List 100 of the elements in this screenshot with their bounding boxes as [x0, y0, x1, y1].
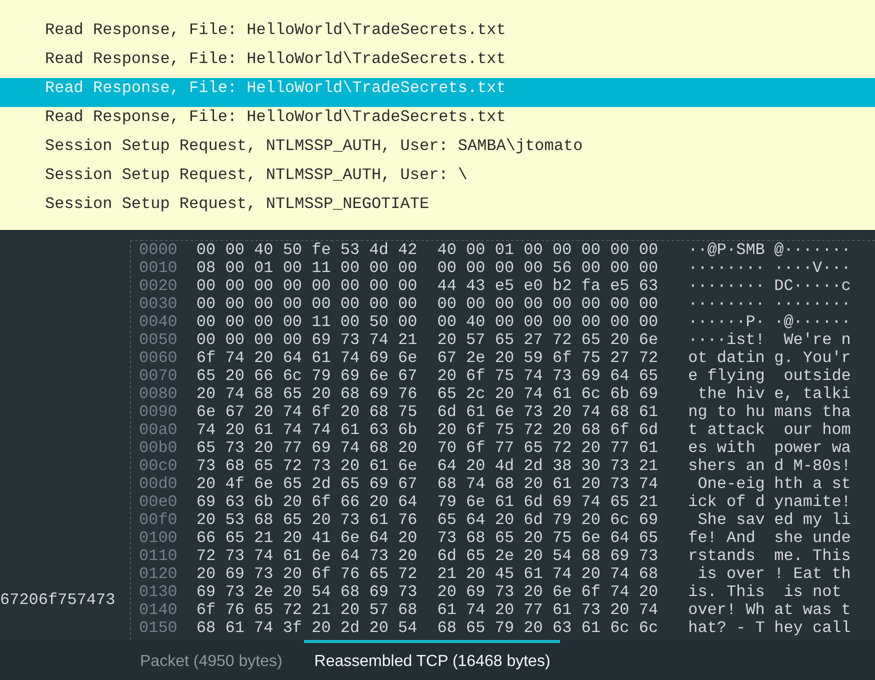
- detail-text: 67206f757473: [0, 591, 116, 609]
- packet-row[interactable]: Session Setup Request, NTLMSSP_AUTH, User: \: [0, 165, 875, 194]
- hex-bytes: 20 69 73 20 6f 76 65 72: [196, 565, 418, 583]
- ascii-text: power wa: [774, 439, 851, 457]
- hex-bytes: 00 00 00 00 00 00 00 00: [437, 295, 658, 313]
- offset-text: 0110: [139, 547, 178, 565]
- hex-bytes: 61 74 20 77 61 73 20 74: [437, 601, 658, 619]
- hex-bytes: 72 73 74 61 6e 64 73 20: [196, 547, 418, 565]
- ascii-text: ········: [688, 277, 766, 295]
- tab[interactable]: Reassembled TCP (16468 bytes): [304, 640, 560, 680]
- packet-row[interactable]: Session Setup Request, NTLMSSP_NEGOTIATE: [0, 194, 875, 223]
- hex-bytes: 74 20 61 74 74 61 63 6b: [196, 421, 418, 439]
- ascii-text: ! Eat th: [774, 565, 851, 583]
- ascii-text: the hiv: [696, 385, 766, 403]
- hex-bytes: 6e 67 20 74 6f 20 68 75: [196, 403, 418, 421]
- ascii-text: is not: [782, 583, 842, 601]
- offset-text: 0080: [139, 385, 178, 403]
- hex-bytes: 79 6e 61 6d 69 74 65 21: [437, 493, 658, 511]
- ascii-text: ng to hu: [688, 403, 766, 421]
- hex-bytes: 64 20 4d 2d 38 30 73 21: [437, 457, 658, 475]
- hex-bytes: 66 65 21 20 41 6e 64 20: [196, 529, 418, 547]
- hex-bytes: 68 61 74 3f 20 2d 20 54: [196, 619, 418, 637]
- ascii-text: over! Wh: [688, 601, 766, 619]
- ascii-text: is over: [696, 565, 766, 583]
- ascii-text: ····ist!: [688, 331, 766, 349]
- hex-bytes: 68 65 79 20 63 61 6c 6c: [437, 619, 658, 637]
- offset-text: 0020: [139, 277, 178, 295]
- offset-text: 0120: [139, 565, 178, 583]
- hex-bytes: 65 73 20 77 69 74 68 20: [196, 439, 418, 457]
- packet-row[interactable]: Session Setup Request, NTLMSSP_AUTH, User: SAMBA\jtomato: [0, 136, 875, 165]
- hex-bytes: 68 74 68 20 61 20 73 74: [437, 475, 658, 493]
- packet-row[interactable]: Read Response, File: HelloWorld\TradeSecrets.txt: [0, 49, 875, 78]
- ascii-text: is. This: [688, 583, 766, 601]
- hex-bytes: 67 2e 20 59 6f 75 27 72: [437, 349, 658, 367]
- ascii-text: ····V···: [774, 259, 851, 277]
- hex-bytes: 65 2c 20 74 61 6c 6b 69: [437, 385, 658, 403]
- ascii-text: We're n: [782, 331, 851, 349]
- hex-bytes: 6f 76 65 72 21 20 57 68: [196, 601, 418, 619]
- offset-text: 0050: [139, 331, 178, 349]
- hex-bytes: 20 74 68 65 20 68 69 76: [196, 385, 418, 403]
- offset-text: 0000: [139, 241, 178, 259]
- ascii-text: ·@······: [774, 313, 851, 331]
- offset-text: 00d0: [139, 475, 178, 493]
- ascii-text: t attack: [688, 421, 766, 439]
- hex-bytes: 00 40 00 00 00 00 00 00: [437, 313, 658, 331]
- tab[interactable]: Packet (4950 bytes): [130, 640, 292, 680]
- ascii-text: d M-80s!: [774, 457, 851, 475]
- ascii-text: DC·····c: [774, 277, 851, 295]
- ascii-text: g. You'r: [774, 349, 851, 367]
- hex-bytes: 21 20 45 61 74 20 74 68: [437, 565, 658, 583]
- packet-row[interactable]: Read Response, File: HelloWorld\TradeSecrets.txt: [0, 20, 875, 49]
- ascii-text: she unde: [774, 529, 851, 547]
- hex-bytes: 00 00 00 00 11 00 50 00: [196, 313, 418, 331]
- hex-bytes: 70 6f 77 65 72 20 77 61: [437, 439, 658, 457]
- hex-bytes: 20 53 68 65 20 73 61 76: [196, 511, 418, 529]
- ascii-text: ··@P·SMB: [688, 241, 766, 259]
- offset-text: 0130: [139, 583, 178, 601]
- offset-text: 0060: [139, 349, 178, 367]
- ascii-text: ed my li: [774, 511, 851, 529]
- hex-bytes: 20 69 73 20 6e 6f 74 20: [437, 583, 658, 601]
- ascii-text: outside: [782, 367, 851, 385]
- hex-bytes: 08 00 01 00 11 00 00 00: [196, 259, 418, 277]
- ascii-text: e, talki: [774, 385, 851, 403]
- hex-bytes: 6d 61 6e 73 20 74 68 61: [437, 403, 658, 421]
- offset-text: 0030: [139, 295, 178, 313]
- hex-bytes: 20 6f 75 72 20 68 6f 6d: [437, 421, 658, 439]
- hex-bytes: 00 00 40 50 fe 53 4d 42: [196, 241, 418, 259]
- ascii-text: ick of d: [688, 493, 766, 511]
- ascii-text: ······P·: [688, 313, 766, 331]
- ascii-text: shers an: [688, 457, 766, 475]
- hex-bytes: 20 6f 75 74 73 69 64 65: [437, 367, 658, 385]
- ascii-text: es with: [688, 439, 756, 457]
- ascii-text: She sav: [696, 511, 766, 529]
- hex-bytes: 20 57 65 27 72 65 20 6e: [437, 331, 658, 349]
- ascii-text: @·······: [774, 241, 851, 259]
- ascii-text: ········: [688, 259, 766, 277]
- ascii-text: fe! And: [688, 529, 756, 547]
- ascii-text: our hom: [782, 421, 851, 439]
- offset-text: 0040: [139, 313, 178, 331]
- packet-row[interactable]: Read Response, File: HelloWorld\TradeSecrets.txt: [0, 107, 875, 136]
- offset-text: 0090: [139, 403, 178, 421]
- ascii-text: me. This: [774, 547, 851, 565]
- offset-text: 0070: [139, 367, 178, 385]
- offset-text: 00a0: [139, 421, 178, 439]
- hex-bytes: 6f 74 20 64 61 74 69 6e: [196, 349, 418, 367]
- hex-bytes: 69 73 2e 20 54 68 69 73: [196, 583, 418, 601]
- ascii-text: hey call: [774, 619, 851, 637]
- ascii-text: One-eig: [696, 475, 766, 493]
- ascii-text: mans tha: [774, 403, 851, 421]
- hex-bytes: 00 00 00 00 56 00 00 00: [437, 259, 658, 277]
- hex-bytes: 40 00 01 00 00 00 00 00: [437, 241, 658, 259]
- hex-bytes: 73 68 65 72 73 20 61 6e: [196, 457, 418, 475]
- offset-text: 00f0: [139, 511, 178, 529]
- ascii-text: e flying: [688, 367, 766, 385]
- hex-bytes: 65 20 66 6c 79 69 6e 67: [196, 367, 418, 385]
- ascii-text: ········: [774, 295, 851, 313]
- ascii-text: rstands: [688, 547, 756, 565]
- ascii-text: ynamite!: [774, 493, 851, 511]
- offset-text: 0100: [139, 529, 178, 547]
- hex-bytes: 73 68 65 20 75 6e 64 65: [437, 529, 658, 547]
